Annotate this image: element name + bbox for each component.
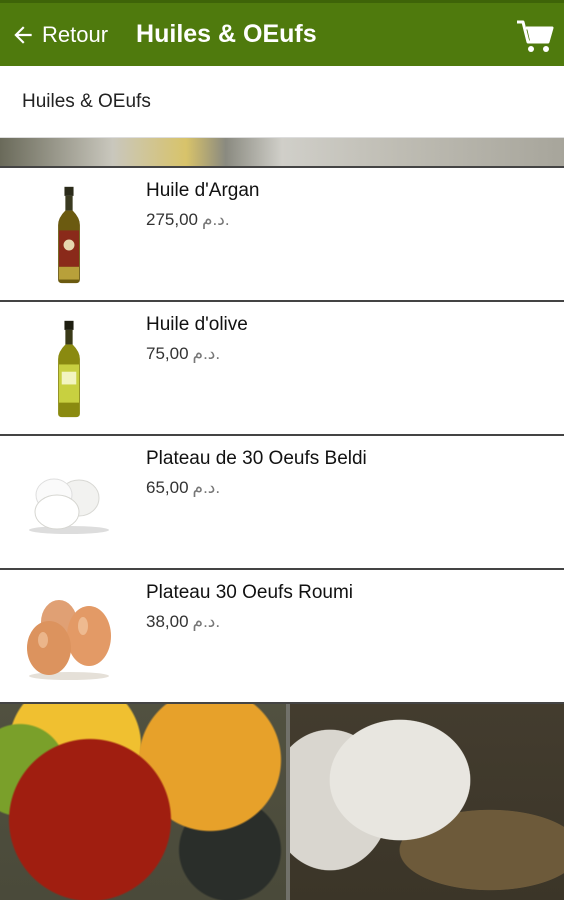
olive-oil-bottle-icon [14, 316, 124, 422]
back-button[interactable]: Retour [10, 22, 108, 48]
product-price: 75,00 د.م. [146, 344, 221, 363]
brown-eggs-icon [14, 584, 124, 690]
product-name: Huile d'Argan [146, 180, 260, 201]
product-name: Huile d'olive [146, 314, 248, 335]
breadcrumb: Huiles & OEufs [0, 66, 564, 138]
product-item[interactable]: Plateau de 30 Oeufs Beldi 65,00 د.م. [0, 434, 564, 568]
product-item[interactable]: Plateau 30 Oeufs Roumi 38,00 د.م. [0, 568, 564, 704]
white-eggs-icon [14, 450, 124, 556]
cart-icon[interactable] [516, 19, 554, 55]
product-name: Plateau de 30 Oeufs Beldi [146, 448, 367, 469]
arrow-left-icon [14, 25, 32, 44]
product-name: Plateau 30 Oeufs Roumi [146, 582, 354, 603]
product-price: 275,00 د.م. [146, 210, 230, 229]
page-title: Huiles & OEufs [136, 20, 317, 48]
product-item[interactable]: Huile d'olive 75,00 د.م. [0, 300, 564, 434]
product-list: Huile d'Argan 275,00 د.م. Huile d'olive 7… [0, 166, 564, 704]
product-price: 38,00 د.م. [146, 612, 221, 631]
background-strip [0, 138, 564, 166]
product-price: 65,00 د.م. [146, 478, 221, 497]
app-bar: Retour Huiles & OEufs [0, 0, 564, 66]
back-label: Retour [42, 21, 109, 47]
breadcrumb-label: Huiles & OEufs [22, 90, 151, 112]
product-item[interactable]: Huile d'Argan 275,00 د.م. [0, 166, 564, 300]
argan-oil-bottle-icon [14, 182, 124, 288]
